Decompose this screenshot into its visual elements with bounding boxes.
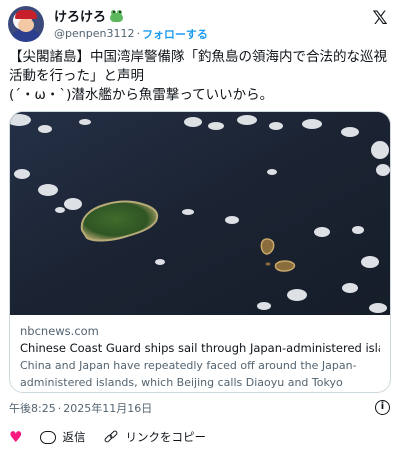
satellite-image-svg xyxy=(10,112,390,315)
timestamp-date: 2025年11月16日 xyxy=(63,402,153,415)
timestamp-time: 午後8:25 xyxy=(9,402,56,415)
author-handle[interactable]: @penpen3112 xyxy=(54,27,134,40)
timestamp[interactable]: 午後8:25 · 2025年11月16日 xyxy=(9,400,152,416)
x-logo-icon[interactable]: 𝕏 xyxy=(370,8,390,28)
reply-button[interactable]: 返信 xyxy=(40,429,85,445)
sea-background xyxy=(10,112,390,315)
author-display-name[interactable]: けろけろ xyxy=(54,6,106,25)
copy-link-button[interactable]: リンクをコピー xyxy=(103,429,206,445)
author-name-row[interactable]: けろけろ xyxy=(54,6,124,25)
tweet-header: けろけろ @penpen3112 · フォローする 𝕏 xyxy=(8,6,392,42)
tweet-actions: ♥ 返信 リンクをコピー xyxy=(9,428,224,446)
timestamp-separator: · xyxy=(57,401,62,415)
link-card-description: China and Japan have repeatedly faced of… xyxy=(20,359,357,389)
follow-button[interactable]: フォローする xyxy=(142,26,208,42)
link-card[interactable]: nbcnews.com Chinese Coast Guard ships sa… xyxy=(9,111,391,393)
link-card-title[interactable]: Chinese Coast Guard ships sail through J… xyxy=(20,339,380,357)
avatar[interactable] xyxy=(8,6,44,42)
copy-link-label: リンクをコピー xyxy=(125,430,206,444)
link-icon xyxy=(103,429,119,445)
like-button[interactable]: ♥ xyxy=(9,427,23,446)
heart-icon: ♥ xyxy=(9,427,23,446)
separator-dot: · xyxy=(136,27,140,40)
info-icon[interactable]: i xyxy=(375,400,390,415)
link-card-meta[interactable]: nbcnews.com Chinese Coast Guard ships sa… xyxy=(10,315,390,392)
link-card-domain: nbcnews.com xyxy=(20,324,99,338)
avatar-face xyxy=(18,18,34,32)
reply-icon xyxy=(40,430,57,444)
satellite-islands-image[interactable] xyxy=(10,112,390,315)
tweet-text: 【尖閣諸島】中国湾岸警備隊「釣魚島の領海内で合法的な巡視活動を行った」と声明 (… xyxy=(9,49,387,103)
reply-label: 返信 xyxy=(62,430,86,444)
frog-icon xyxy=(109,9,124,22)
avatar-cap xyxy=(15,10,37,19)
author-handle-row: @penpen3112 · フォローする xyxy=(54,26,208,41)
